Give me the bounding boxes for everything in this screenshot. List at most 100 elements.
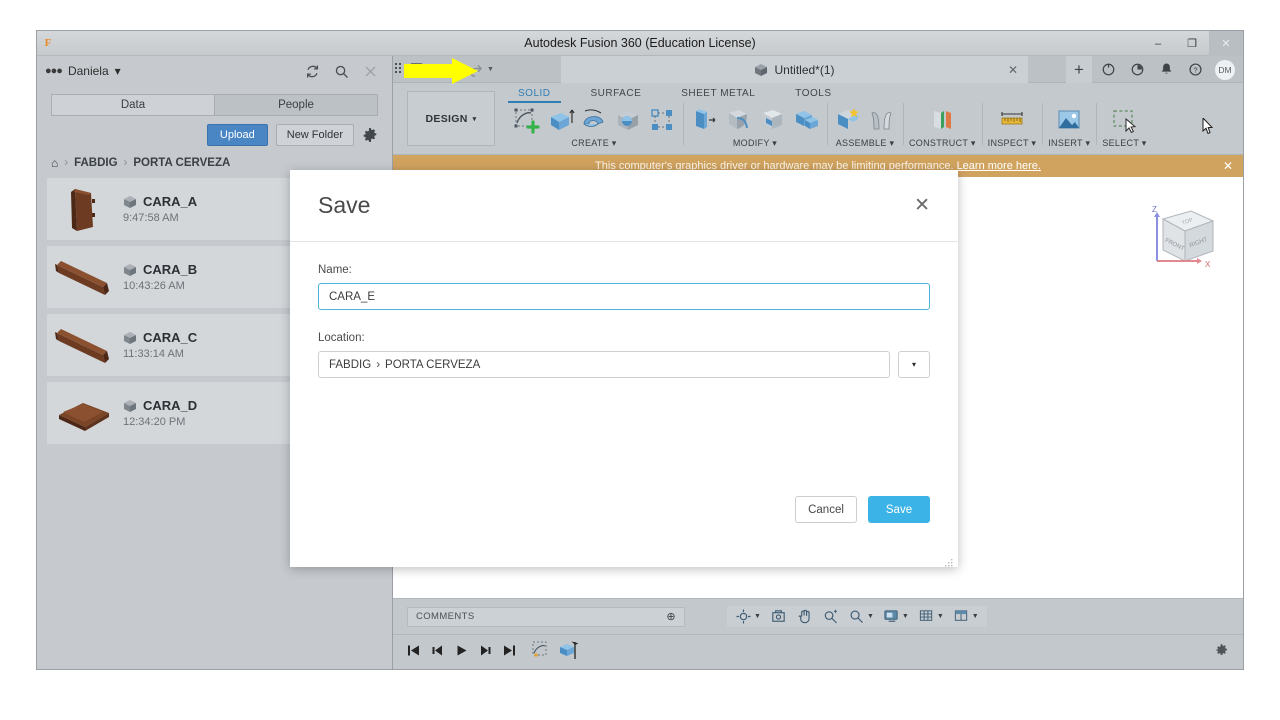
restore-icon[interactable]: ❐ — [1175, 31, 1209, 56]
resize-grip-icon[interactable] — [945, 555, 954, 567]
location-dropdown-button[interactable]: ▾ — [898, 351, 930, 378]
new-folder-button[interactable]: New Folder — [275, 124, 354, 146]
ribbon-group-modify-label[interactable]: MODIFY ▾ — [733, 138, 777, 149]
shell-icon[interactable] — [757, 105, 787, 135]
viewports-icon[interactable]: ▼ — [953, 608, 979, 625]
document-tab-close-icon[interactable]: ✕ — [1008, 63, 1018, 77]
help-icon[interactable]: ? — [1182, 56, 1208, 83]
location-input[interactable]: FABDIG › PORTA CERVEZA — [318, 351, 890, 378]
skip-to-beginning-icon[interactable] — [407, 644, 420, 662]
ribbon-tabs: SOLID SURFACE SHEET METAL TOOLS — [508, 86, 842, 103]
measure-icon[interactable] — [997, 105, 1027, 135]
refresh-icon[interactable] — [305, 64, 320, 79]
sketch-feature-icon[interactable] — [530, 639, 552, 666]
list-item-title: CARA_B — [123, 262, 197, 277]
zoom-icon[interactable]: ▼ — [848, 608, 874, 625]
thumbnail-cara-c — [53, 317, 117, 373]
pan-icon[interactable] — [796, 608, 813, 625]
extrude-icon[interactable] — [545, 105, 575, 135]
ribbon-group-create: CREATE ▾ — [505, 101, 683, 149]
ribbon-group-construct-icons — [927, 101, 957, 135]
save-dialog-header: Save ✕ — [290, 170, 958, 242]
name-input[interactable]: CARA_E — [318, 283, 930, 310]
workspace-label: DESIGN — [425, 112, 468, 125]
close-icon[interactable]: ✕ — [1209, 31, 1243, 56]
tab-solid[interactable]: SOLID — [508, 86, 561, 103]
ribbon-group-insert: INSERT ▾ — [1042, 101, 1096, 149]
extrude-feature-icon[interactable] — [556, 639, 579, 666]
banner-close-icon[interactable]: ✕ — [1223, 159, 1233, 173]
view-cube[interactable]: FRONT RIGHT TOP Z X — [1133, 199, 1225, 279]
select-window-icon[interactable] — [1109, 105, 1139, 135]
tab-tools[interactable]: TOOLS — [785, 86, 841, 102]
look-at-icon[interactable] — [770, 608, 787, 625]
offset-plane-icon[interactable] — [927, 105, 957, 135]
ribbon-group-construct-label[interactable]: CONSTRUCT ▾ — [909, 138, 976, 149]
tab-surface[interactable]: SURFACE — [581, 86, 652, 102]
sweep-icon[interactable] — [613, 105, 643, 135]
gear-icon[interactable] — [1214, 643, 1229, 663]
press-pull-icon[interactable] — [689, 105, 719, 135]
pattern-icon[interactable] — [647, 105, 677, 135]
title-bar: F Autodesk Fusion 360 (Education License… — [37, 31, 1243, 56]
ribbon-group-inspect: INSPECT ▾ — [981, 101, 1043, 149]
ribbon-group-assemble-label[interactable]: ASSEMBLE ▾ — [836, 138, 895, 149]
display-settings-icon[interactable]: ▼ — [883, 608, 909, 625]
notifications-icon[interactable] — [1153, 56, 1179, 83]
play-icon[interactable] — [455, 644, 468, 662]
redo-dropdown-icon[interactable]: ▼ — [487, 66, 494, 73]
svg-text:Z: Z — [1152, 205, 1157, 214]
ribbon-group-select-label[interactable]: SELECT ▾ — [1102, 138, 1146, 149]
zoom-window-icon[interactable] — [822, 608, 839, 625]
chevron-down-icon: ▾ — [911, 360, 916, 369]
skip-to-end-icon[interactable] — [503, 644, 516, 662]
avatar[interactable]: DM — [1215, 59, 1235, 80]
save-button[interactable]: Save — [868, 496, 930, 523]
search-icon[interactable] — [334, 64, 349, 79]
comments-panel-toggle[interactable]: COMMENTS ⊕ — [407, 606, 685, 627]
breadcrumb-item-porta-cerveza[interactable]: PORTA CERVEZA — [133, 157, 230, 169]
panel-close-icon[interactable] — [363, 64, 378, 79]
revolve-icon[interactable] — [579, 105, 609, 135]
step-forward-icon[interactable] — [479, 644, 492, 662]
list-item-time: 11:33:14 AM — [123, 348, 184, 360]
fillet-icon[interactable] — [723, 105, 753, 135]
home-icon[interactable]: ⌂ — [51, 156, 58, 170]
workspace-switcher[interactable]: DESIGN ▾ — [407, 91, 495, 146]
new-tab-icon[interactable]: + — [1066, 56, 1092, 83]
ribbon-group-insert-label[interactable]: INSERT ▾ — [1048, 138, 1090, 149]
minimize-icon[interactable]: – — [1141, 31, 1175, 56]
tab-people[interactable]: People — [214, 94, 378, 116]
document-tab-label: Untitled*(1) — [774, 62, 835, 77]
joint-icon[interactable] — [867, 105, 897, 135]
ribbon-group-create-label[interactable]: CREATE ▾ — [571, 138, 616, 149]
ribbon-group-modify: MODIFY ▾ — [683, 101, 827, 149]
grid-settings-icon[interactable]: ▼ — [918, 608, 944, 625]
user-name: Daniela — [67, 64, 109, 78]
thumbnail-cara-d — [53, 385, 117, 441]
step-back-icon[interactable] — [431, 644, 444, 662]
gear-icon[interactable] — [362, 127, 378, 143]
comments-add-icon[interactable]: ⊕ — [666, 610, 676, 623]
performance-banner-link[interactable]: Learn more here. — [957, 160, 1041, 172]
orbit-icon[interactable]: ▼ — [735, 608, 761, 625]
upload-button[interactable]: Upload — [206, 124, 268, 146]
ribbon-group-create-icons — [511, 101, 677, 135]
mouse-cursor-icon — [1202, 116, 1214, 135]
svg-text:X: X — [1205, 260, 1211, 269]
combine-icon[interactable] — [791, 105, 821, 135]
document-tab[interactable]: Untitled*(1) ✕ — [561, 56, 1028, 83]
cancel-button[interactable]: Cancel — [795, 496, 857, 523]
user-menu[interactable]: ●●● Daniela ▾ — [45, 64, 121, 78]
tab-sheet-metal[interactable]: SHEET METAL — [671, 86, 765, 102]
insert-image-icon[interactable] — [1054, 105, 1084, 135]
tab-data[interactable]: Data — [51, 94, 214, 116]
recent-icon[interactable] — [1124, 56, 1150, 83]
ribbon-group-inspect-label[interactable]: INSPECT ▾ — [988, 138, 1037, 149]
close-icon[interactable]: ✕ — [914, 196, 930, 215]
new-component-icon[interactable] — [833, 105, 863, 135]
breadcrumb-item-fabdig[interactable]: FABDIG — [74, 157, 117, 169]
create-sketch-icon[interactable] — [511, 105, 541, 135]
data-panel-header: ●●● Daniela ▾ — [37, 56, 392, 86]
job-status-icon[interactable] — [1095, 56, 1121, 83]
